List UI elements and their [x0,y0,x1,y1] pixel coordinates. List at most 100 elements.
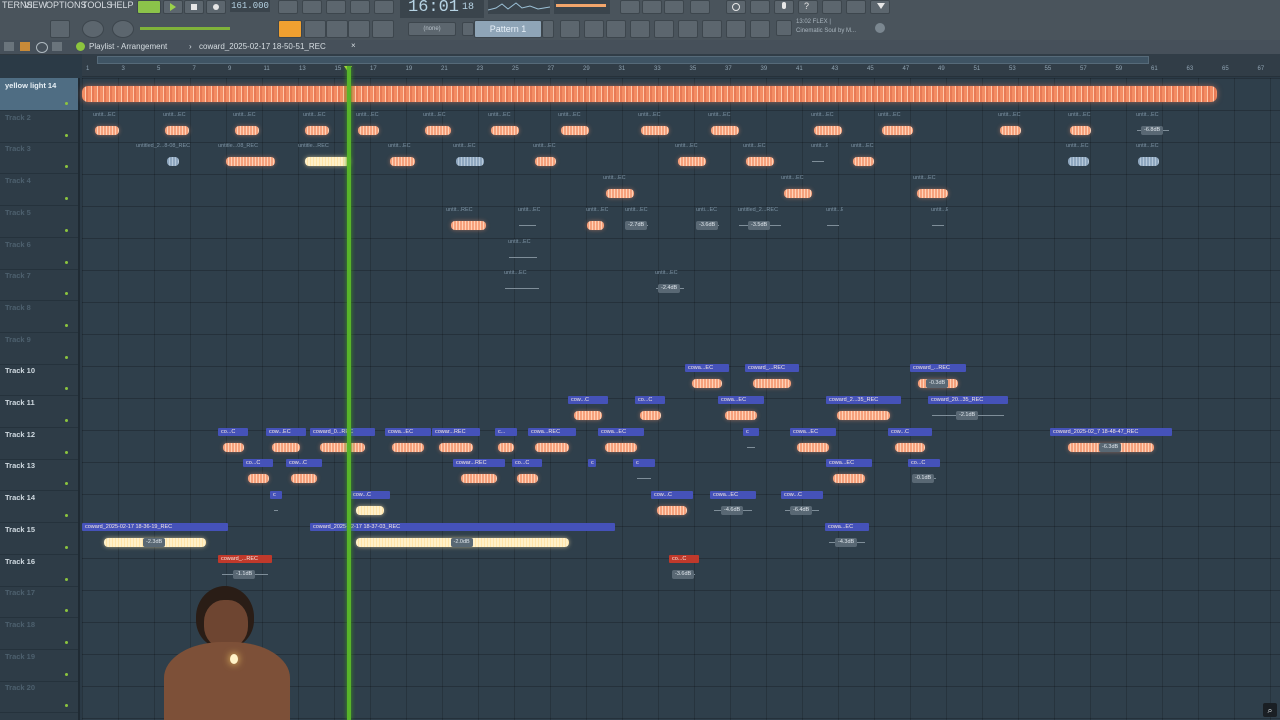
track-mute-led-icon[interactable] [65,292,68,296]
zoom-icon[interactable] [36,42,48,53]
audio-clip[interactable]: cowa...EC [826,459,872,489]
audio-clip[interactable]: cowa...EC -4.6dB [710,491,756,521]
audio-clip[interactable]: cowar...REC [453,459,505,489]
timeline-ruler[interactable]: 1 3 5 7 9 11 13 15 17 19 21 23 25 27 29 31 33 35 37 39 41 43 4… [82,54,1280,77]
audio-clip[interactable]: cowa...EC [598,427,644,458]
audio-clip[interactable]: cow...C [651,491,693,521]
audio-clip[interactable]: untit...EC [485,111,525,141]
audio-clip[interactable]: untitled_2...8-08_REC [133,142,213,172]
audio-clip[interactable]: co...C [635,396,665,426]
track-mute-led-icon[interactable] [65,102,68,105]
track-header[interactable]: Track 19 [0,649,78,682]
play-button[interactable] [163,0,183,14]
save-button[interactable] [822,0,842,14]
playlist-close-icon[interactable]: × [351,41,356,50]
audio-clip[interactable]: cowa...EC [718,396,764,426]
audio-clip[interactable]: cow...EC [266,427,306,458]
pattern-add-button[interactable] [542,20,554,38]
audio-clip[interactable]: untit...EC [910,174,955,204]
track-mute-led-icon[interactable] [65,704,68,708]
track-header[interactable]: Track 13 [0,458,78,492]
audio-clip[interactable]: untit...EC [515,206,540,236]
track-mute-led-icon[interactable] [65,672,68,676]
audio-clip[interactable]: coward_2025-02-17 18-37-03_REC -2.0dB [310,522,615,553]
render-button[interactable] [846,0,866,14]
view-browser-button[interactable] [654,20,674,38]
audio-clip[interactable]: untit...EC [300,111,334,141]
horizontal-scrollbar[interactable] [97,56,1149,64]
track-header[interactable]: Track 12 [0,427,78,460]
track-header[interactable]: Track 18 [0,617,78,650]
view-plugin-picker-button[interactable] [678,20,698,38]
track-header[interactable]: Track 20 [0,680,78,714]
track-header[interactable]: Track 16 [0,554,78,587]
track-mute-led-icon[interactable] [65,197,68,201]
track-header[interactable]: Track 2 [0,110,78,143]
wait-input-button[interactable] [302,0,322,14]
track-mute-led-icon[interactable] [65,640,68,644]
audio-clip[interactable]: cowar...REC [432,427,480,458]
audio-clip[interactable]: untit...EC [505,238,541,268]
audio-clip[interactable]: co...C [512,459,542,489]
audio-clip[interactable]: untit...EC [420,111,456,141]
mic-icon-button[interactable] [774,0,794,14]
audio-clip[interactable]: untit...EC [672,142,712,172]
audio-clip[interactable]: cow...C [286,459,322,489]
view-mixer-button[interactable] [630,20,650,38]
track-mute-led-icon[interactable] [65,419,68,422]
tool-draw-button[interactable] [278,20,302,38]
track-header[interactable]: Track 6 [0,237,78,270]
audio-clip[interactable]: coward_...REC -1.1dB [218,554,272,585]
audio-clip[interactable]: co...C -0.1dB [908,459,940,489]
metronome-button[interactable] [278,0,298,14]
playhead[interactable] [347,66,351,720]
audio-clip[interactable]: untit...EC [160,111,194,141]
track-mute-led-icon[interactable] [65,260,68,264]
track-mute-led-icon[interactable] [65,514,68,518]
audio-clip[interactable]: c [588,459,596,489]
audio-clip[interactable]: untit...EC [808,111,848,141]
view-pianoroll-button[interactable] [584,20,604,38]
track-header[interactable]: Track 7 [0,268,78,302]
audio-clip[interactable]: c [270,491,282,521]
menu-view[interactable]: VIEW [24,0,47,10]
track-mute-led-icon[interactable] [65,387,68,391]
audio-clip[interactable]: untit...EC [583,206,608,236]
tool-paint-button[interactable] [326,20,348,38]
track-header[interactable]: Track 9 [0,332,78,365]
audio-clip[interactable]: untit...EC [353,111,383,141]
view-channel-rack-button[interactable] [606,20,626,38]
undo-button[interactable] [690,0,710,14]
tool-select-button[interactable] [304,20,326,38]
help-button[interactable]: ? [798,0,818,14]
track-header[interactable]: Track 11 [0,395,78,428]
track-header[interactable]: Track 15 [0,522,78,555]
audio-clip[interactable]: c... [495,427,517,458]
track-header[interactable]: Track 14 [0,490,78,524]
audio-clip[interactable]: untit...EC [928,206,948,236]
audio-clip[interactable]: co...C [218,427,248,458]
audio-clip[interactable]: untit...EC [385,142,420,172]
view-tempo-tapper-button[interactable] [726,20,746,38]
online-news-icon[interactable] [875,23,885,33]
master-volume-knob[interactable] [112,20,134,38]
audio-clip[interactable]: untit...EC [501,269,543,299]
audio-clip[interactable]: untit...EC [600,174,640,204]
tool-stamp-button[interactable] [372,20,394,38]
pattern-selector[interactable]: Pattern 1 [474,20,542,38]
audio-clip[interactable]: coward_2025-02_7 18-48-47_REC -6.3dB [1050,427,1172,458]
audio-clip[interactable]: untit...EC -6.8dB [1133,111,1173,141]
audio-clip[interactable]: coward_2...35_REC [826,396,901,426]
loop-record-button[interactable] [374,0,394,14]
audio-clip[interactable]: untit...EC [995,111,1025,141]
audio-clip[interactable]: cow...C -6.4dB [781,491,823,521]
master-audio-clip[interactable] [82,80,1217,108]
snap-select[interactable]: (none) [408,22,456,36]
rescan-button[interactable] [726,0,746,14]
track-mute-led-icon[interactable] [65,577,68,581]
track-header[interactable]: Track 5 [0,205,78,238]
audio-clip[interactable]: untit...EC -2.7dB [622,206,652,236]
track-header[interactable]: yellow light 14 [0,78,78,111]
audio-clip[interactable]: untit...EC -2.4dB [652,269,688,299]
lock-button[interactable] [50,20,70,38]
